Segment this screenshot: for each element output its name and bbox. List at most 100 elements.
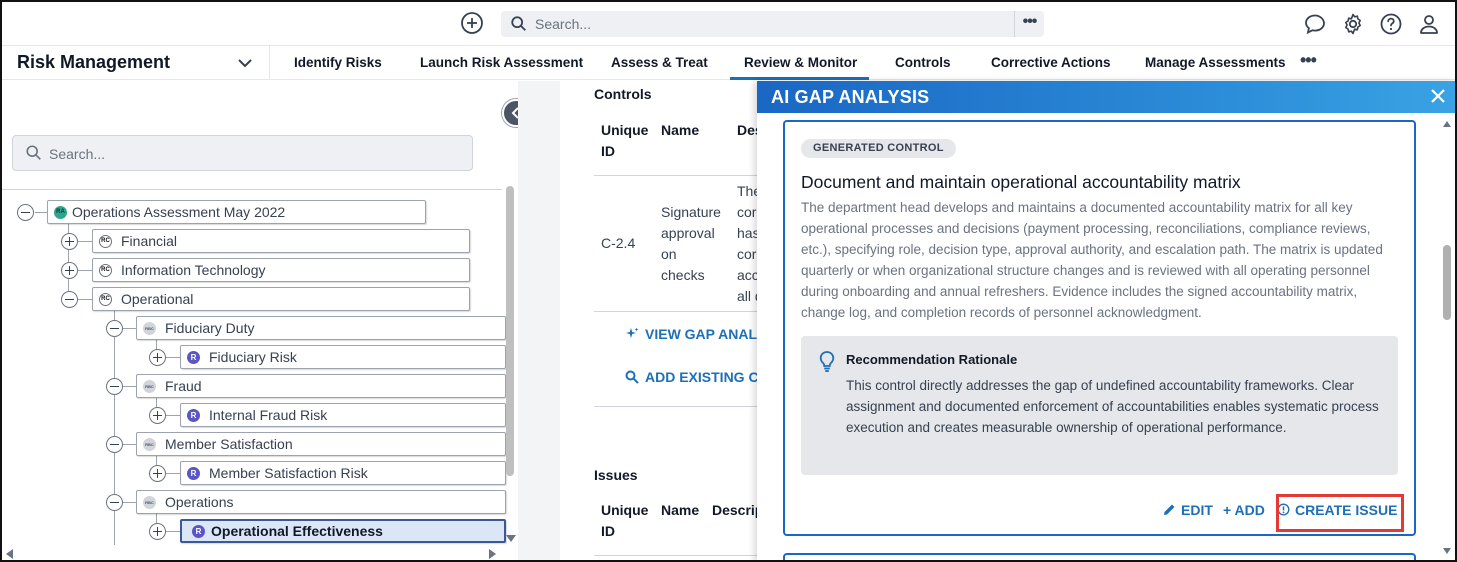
tree-connector <box>78 270 92 271</box>
tree-connector <box>78 241 92 242</box>
expand-toggle[interactable] <box>61 233 78 250</box>
collapse-toggle[interactable] <box>106 494 123 511</box>
details-card: Controls Unique ID Name Des C-2.4 Signatu… <box>560 81 758 560</box>
tab-corrective-actions[interactable]: Corrective Actions <box>991 55 1111 70</box>
generated-control-card: GENERATED CONTROL Document and maintain … <box>783 120 1416 536</box>
tree-node-label: Fiduciary Duty <box>165 320 255 336</box>
risk-assessment-badge: RA <box>54 206 67 219</box>
add-button[interactable]: + ADD <box>1223 502 1265 518</box>
tab-review-monitor[interactable]: Review & Monitor <box>729 55 870 80</box>
collapse-panel-button[interactable] <box>502 99 518 127</box>
scroll-down-arrow-icon[interactable] <box>1443 548 1451 554</box>
user-icon[interactable] <box>1417 12 1441 36</box>
global-search-input[interactable]: Search... ••• <box>501 11 1044 37</box>
col-header-name: Name <box>661 122 700 138</box>
tree-connector <box>78 299 92 300</box>
divider <box>594 406 758 407</box>
control-desc-line: acc <box>737 267 758 283</box>
tree-node-operational-effectiveness[interactable]: R Operational Effectiveness <box>180 519 506 543</box>
scroll-up-arrow-icon[interactable] <box>1443 121 1451 127</box>
tree-node-operations-assessment[interactable]: RA Operations Assessment May 2022 <box>47 200 426 224</box>
create-issue-highlight <box>1276 494 1404 532</box>
col-header-name: Name <box>661 502 700 518</box>
close-icon[interactable] <box>1429 87 1447 105</box>
risk-subcategory-badge: RBC <box>143 322 156 335</box>
control-desc-line: has <box>737 225 758 241</box>
risk-category-badge: RC <box>99 235 112 248</box>
collapse-toggle[interactable] <box>61 291 78 308</box>
module-nav-bar: Risk Management Identify Risks Launch Ri… <box>2 46 1455 80</box>
lightbulb-icon <box>819 351 835 372</box>
tree-node-operational[interactable]: RC Operational <box>92 287 470 311</box>
expand-toggle[interactable] <box>149 523 166 540</box>
tree-node-operations[interactable]: RBC Operations <box>136 490 506 514</box>
risk-subcategory-badge: RBC <box>143 438 156 451</box>
tree-vertical-scrollbar[interactable] <box>506 186 514 476</box>
tree-connector <box>166 357 180 358</box>
ai-gap-analysis-panel: AI GAP ANALYSIS GENERATED CONTROL Docume… <box>757 81 1455 560</box>
tree-connector <box>114 309 115 549</box>
tab-identify-risks[interactable]: Identify Risks <box>294 55 382 70</box>
ai-panel-title: AI GAP ANALYSIS <box>771 87 930 107</box>
tree-node-fiduciary-risk[interactable]: R Fiduciary Risk <box>180 345 506 369</box>
help-icon[interactable] <box>1379 12 1403 36</box>
tree-horizontal-scrollbar[interactable] <box>2 545 502 560</box>
tree-node-label: Internal Fraud Risk <box>209 407 328 423</box>
control-description: The cor has cor acc all d <box>737 181 758 307</box>
col-header-text: ID <box>601 523 615 539</box>
chat-bubble-icon[interactable] <box>1303 12 1327 36</box>
nav-more-button[interactable]: ••• <box>1300 50 1317 71</box>
edit-button[interactable]: EDIT <box>1163 502 1213 518</box>
search-icon <box>26 145 41 160</box>
scroll-left-arrow-icon[interactable] <box>6 549 13 559</box>
tree-node-internal-fraud-risk[interactable]: R Internal Fraud Risk <box>180 403 506 427</box>
expand-toggle[interactable] <box>61 262 78 279</box>
generated-control-chip: GENERATED CONTROL <box>801 139 956 158</box>
tree-node-member-satisfaction-risk[interactable]: R Member Satisfaction Risk <box>180 461 506 485</box>
gear-icon[interactable] <box>1341 12 1365 36</box>
control-desc-line: all d <box>737 288 758 304</box>
control-id[interactable]: C-2.4 <box>601 233 635 254</box>
control-desc-line: The <box>737 183 758 199</box>
tree-node-label: Information Technology <box>121 262 266 278</box>
tree-node-label: Operations Assessment May 2022 <box>72 204 286 220</box>
add-circle-icon[interactable] <box>460 11 484 35</box>
sparkle-icon <box>626 327 639 338</box>
generated-control-description: The department head develops and maintai… <box>801 200 1383 320</box>
collapse-toggle[interactable] <box>17 204 34 221</box>
search-icon <box>511 16 526 31</box>
scroll-right-arrow-icon[interactable] <box>489 549 496 559</box>
generated-control-title: Document and maintain operational accoun… <box>801 172 1241 192</box>
view-gap-analysis-link[interactable]: VIEW GAP ANAL <box>625 326 757 342</box>
tree-node-fiduciary-duty[interactable]: RBC Fiduciary Duty <box>136 316 506 340</box>
expand-toggle[interactable] <box>149 407 166 424</box>
tab-manage-assessments[interactable]: Manage Assessments <box>1145 55 1286 70</box>
search-options-button[interactable]: ••• <box>1014 11 1044 37</box>
app-window: Search... ••• Risk Management Identify R… <box>0 0 1457 562</box>
tree-search-input[interactable]: Search... <box>12 135 473 171</box>
tree-node-member-satisfaction[interactable]: RBC Member Satisfaction <box>136 432 506 456</box>
divider <box>594 311 758 312</box>
search-placeholder: Search... <box>535 16 592 32</box>
next-generated-control-card <box>783 553 1416 560</box>
collapse-toggle[interactable] <box>106 320 123 337</box>
control-name[interactable]: Signature approval on checks <box>661 202 721 286</box>
scroll-down-arrow-icon[interactable] <box>506 535 516 542</box>
module-selector[interactable]: Risk Management <box>2 46 270 80</box>
tab-assess-treat[interactable]: Assess & Treat <box>611 55 708 70</box>
add-existing-control-link[interactable]: ADD EXISTING C <box>625 369 758 385</box>
ai-panel-scrollbar[interactable] <box>1443 245 1451 320</box>
issues-heading: Issues <box>594 467 638 483</box>
tree-node-fraud[interactable]: RBC Fraud <box>136 374 506 398</box>
collapse-toggle[interactable] <box>106 436 123 453</box>
tree-node-financial[interactable]: RC Financial <box>92 229 470 253</box>
divider <box>594 555 758 556</box>
tab-controls[interactable]: Controls <box>895 55 951 70</box>
ai-panel-body: GENERATED CONTROL Document and maintain … <box>757 113 1455 560</box>
tab-launch-risk-assessment[interactable]: Launch Risk Assessment <box>420 55 583 70</box>
collapse-toggle[interactable] <box>106 378 123 395</box>
expand-toggle[interactable] <box>149 465 166 482</box>
top-icon-group <box>1303 12 1441 36</box>
expand-toggle[interactable] <box>149 349 166 366</box>
tree-node-information-technology[interactable]: RC Information Technology <box>92 258 470 282</box>
